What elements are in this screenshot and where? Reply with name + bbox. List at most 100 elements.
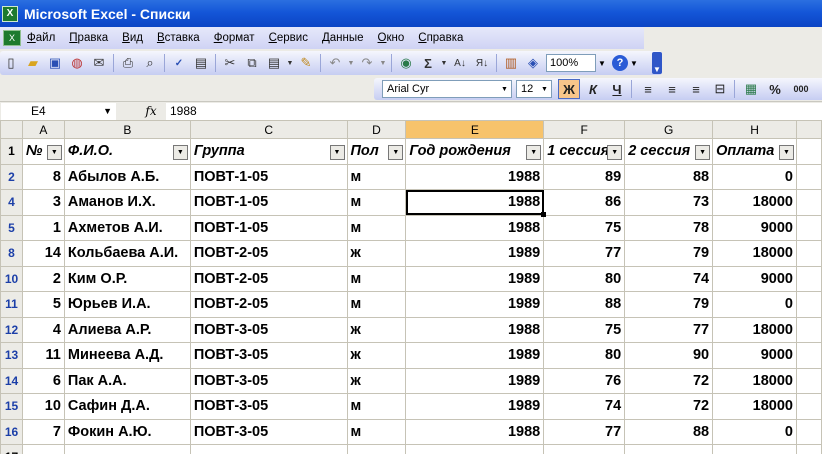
menu-window[interactable]: Окно	[378, 32, 405, 44]
empty-cell[interactable]	[796, 240, 822, 267]
data-cell[interactable]: 76	[543, 367, 626, 394]
paste-dropdown-icon[interactable]: ▼	[285, 52, 295, 74]
help-icon[interactable]: ?	[612, 55, 628, 71]
data-cell[interactable]: 18000	[712, 393, 797, 420]
name-box[interactable]: E4 ▼	[1, 102, 116, 120]
data-cell[interactable]: 1989	[405, 240, 545, 267]
align-right-icon[interactable]: ≡	[685, 79, 707, 99]
data-cell[interactable]: 74	[624, 265, 714, 292]
autofilter-dropdown-icon[interactable]: ▼	[526, 145, 542, 160]
autosum-dropdown-icon[interactable]: ▼	[439, 52, 449, 74]
font-size-combo[interactable]: 12 ▼	[516, 80, 552, 98]
autofilter-dropdown-icon[interactable]: ▼	[329, 145, 345, 160]
excel-app-icon[interactable]: X	[2, 5, 18, 22]
format-painter-icon[interactable]: ✎	[295, 52, 317, 74]
data-cell[interactable]: ПОВТ-2-05	[189, 265, 348, 292]
empty-cell[interactable]	[21, 444, 65, 454]
sort-descending-icon[interactable]: Я↓	[471, 52, 493, 74]
header-cell[interactable]: № ▼	[21, 138, 65, 165]
menu-data[interactable]: Данные	[322, 32, 364, 44]
currency-icon[interactable]: ▦	[740, 79, 762, 99]
data-cell[interactable]: Минеева А.Д.	[63, 342, 191, 369]
select-all-corner[interactable]	[0, 120, 23, 139]
data-cell[interactable]: 1	[21, 214, 65, 241]
data-cell[interactable]: 77	[624, 316, 714, 343]
row-header[interactable]: 17	[0, 444, 23, 454]
data-cell[interactable]: 78	[624, 214, 714, 241]
empty-cell[interactable]	[543, 444, 626, 454]
data-cell[interactable]: 72	[624, 367, 714, 394]
header-cell[interactable]: Пол ▼	[346, 138, 407, 165]
data-cell[interactable]: 7	[21, 418, 65, 445]
data-cell[interactable]: 3	[21, 189, 65, 216]
data-cell[interactable]: 9000	[712, 342, 797, 369]
data-cell[interactable]: Сафин Д.А.	[63, 393, 191, 420]
column-header[interactable]: C	[189, 120, 348, 139]
font-size-dropdown-icon[interactable]: ▼	[539, 82, 550, 96]
column-header[interactable]: A	[21, 120, 65, 139]
header-cell[interactable]: 1 сессия ▼	[543, 138, 626, 165]
data-cell[interactable]: ж	[346, 367, 407, 394]
row-header[interactable]: 8	[0, 240, 23, 267]
data-cell[interactable]: ПОВТ-2-05	[189, 240, 348, 267]
column-header[interactable]: G	[624, 120, 714, 139]
row-header[interactable]: 15	[0, 393, 23, 420]
header-cell[interactable]: 2 сессия ▼	[624, 138, 714, 165]
data-cell[interactable]: м	[346, 163, 407, 190]
data-cell[interactable]: 2	[21, 265, 65, 292]
data-cell[interactable]: 79	[624, 240, 714, 267]
empty-cell[interactable]	[189, 444, 348, 454]
autofilter-dropdown-icon[interactable]: ▼	[172, 145, 188, 160]
data-cell[interactable]: ПОВТ-3-05	[189, 367, 348, 394]
cut-icon[interactable]: ✂	[219, 52, 241, 74]
workbook-icon[interactable]: X	[3, 30, 21, 46]
data-cell[interactable]: Фокин А.Ю.	[63, 418, 191, 445]
autofilter-dropdown-icon[interactable]: ▼	[607, 145, 623, 160]
data-cell[interactable]: 1989	[405, 367, 545, 394]
data-cell[interactable]: 74	[543, 393, 626, 420]
data-cell[interactable]: 18000	[712, 367, 797, 394]
zoom-combo[interactable]: 100%	[546, 54, 596, 72]
open-folder-icon[interactable]: ▰	[22, 52, 44, 74]
help-dropdown-icon[interactable]: ▼	[628, 54, 640, 72]
autofilter-dropdown-icon[interactable]: ▼	[695, 145, 711, 160]
data-cell[interactable]: 88	[543, 291, 626, 318]
data-cell[interactable]: 9000	[712, 265, 797, 292]
data-cell[interactable]: Ким О.Р.	[63, 265, 191, 292]
data-cell[interactable]: ПОВТ-1-05	[189, 214, 348, 241]
column-header-extra[interactable]	[796, 120, 822, 139]
merge-center-icon[interactable]: ⊟	[709, 79, 731, 99]
align-left-icon[interactable]: ≡	[637, 79, 659, 99]
permission-icon[interactable]: ◍	[66, 52, 88, 74]
data-cell[interactable]: 18000	[712, 316, 797, 343]
row-header[interactable]: 16	[0, 418, 23, 445]
data-cell[interactable]: ПОВТ-3-05	[189, 393, 348, 420]
data-cell[interactable]: 0	[712, 418, 797, 445]
data-cell[interactable]: 14	[21, 240, 65, 267]
autofilter-dropdown-icon[interactable]: ▼	[388, 145, 404, 160]
spelling-icon[interactable]: ✓	[168, 52, 190, 74]
empty-cell[interactable]	[796, 393, 822, 420]
data-cell[interactable]: ПОВТ-3-05	[189, 342, 348, 369]
menu-edit[interactable]: Правка	[69, 32, 108, 44]
data-cell[interactable]: 72	[624, 393, 714, 420]
empty-cell[interactable]	[796, 214, 822, 241]
formula-input[interactable]: 1988	[166, 102, 822, 120]
row-header[interactable]: 14	[0, 367, 23, 394]
undo-icon[interactable]: ↶	[324, 52, 346, 74]
menu-file[interactable]: Файл	[27, 32, 55, 44]
data-cell[interactable]: 1988	[405, 214, 545, 241]
menu-view[interactable]: Вид	[122, 32, 143, 44]
header-cell[interactable]: Группа ▼	[189, 138, 348, 165]
name-box-dropdown-icon[interactable]: ▼	[103, 103, 112, 120]
row-header[interactable]: 13	[0, 342, 23, 369]
data-cell[interactable]: 1988	[405, 316, 545, 343]
data-cell[interactable]: м	[346, 291, 407, 318]
data-cell[interactable]: 6	[21, 367, 65, 394]
font-name-combo[interactable]: Arial Cyr ▼	[382, 80, 512, 98]
empty-cell[interactable]	[796, 367, 822, 394]
sort-ascending-icon[interactable]: A↓	[449, 52, 471, 74]
data-cell[interactable]: ПОВТ-1-05	[189, 189, 348, 216]
data-cell[interactable]: 79	[624, 291, 714, 318]
column-header[interactable]: D	[346, 120, 407, 139]
